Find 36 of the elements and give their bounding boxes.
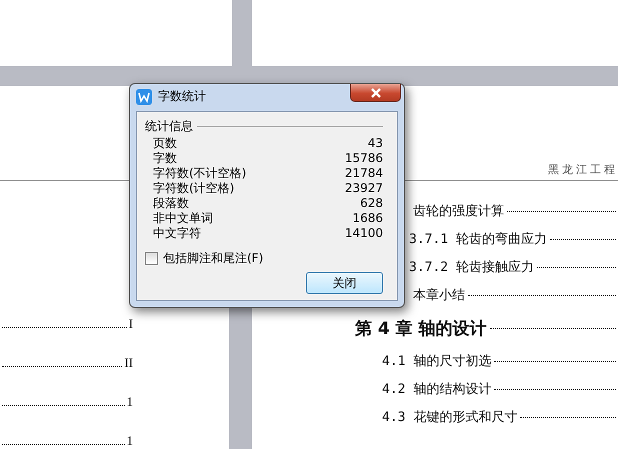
toc-entry[interactable]: 3.7.1 轮齿的弯曲应力 xyxy=(409,230,547,248)
stat-label: 字数 xyxy=(153,151,177,166)
stat-value: 23927 xyxy=(344,181,383,196)
page-number: II xyxy=(124,355,133,371)
toc-entry[interactable]: 4.2 轴的结构设计 xyxy=(382,380,492,398)
stat-label: 中文字符 xyxy=(153,226,201,241)
stat-value: 14100 xyxy=(344,226,383,241)
close-button[interactable] xyxy=(350,84,401,102)
toc-entry[interactable]: 齿轮的强度计算 xyxy=(413,202,504,220)
stat-value: 15786 xyxy=(344,151,383,166)
toc-entry[interactable]: 4.1 轴的尺寸初选 xyxy=(382,352,492,370)
checkbox-label: 包括脚注和尾注(F) xyxy=(163,250,264,267)
stat-label: 非中文单词 xyxy=(153,211,213,226)
toc-entry[interactable]: 4.3 花键的形式和尺寸 xyxy=(382,408,518,426)
page-number: 1 xyxy=(126,394,133,410)
stat-value: 43 xyxy=(368,136,383,151)
dot-leader xyxy=(550,238,616,240)
app-icon xyxy=(136,88,152,104)
page-number: 1 xyxy=(126,433,133,449)
dialog-title: 字数统计 xyxy=(158,88,206,105)
toc-entry[interactable]: 本章小结 xyxy=(413,286,465,304)
close-icon xyxy=(370,88,382,98)
group-title: 统计信息 xyxy=(145,118,193,135)
page-header: 黑龙江工程 xyxy=(548,162,618,178)
stat-label: 字符数(计空格) xyxy=(153,181,234,196)
toc-entry[interactable]: 第 4 章 轴的设计 xyxy=(355,316,487,340)
stat-value: 21784 xyxy=(344,166,383,181)
stat-value: 628 xyxy=(360,196,383,211)
toc-entry[interactable]: 3.7.2 轮齿接触应力 xyxy=(409,258,534,276)
stat-label: 字符数(不计空格) xyxy=(153,166,246,181)
close-dialog-button[interactable]: 关闭 xyxy=(306,272,383,294)
stat-label: 页数 xyxy=(153,136,177,151)
checkbox[interactable] xyxy=(145,252,158,265)
page-number: I xyxy=(128,316,133,332)
stat-label: 段落数 xyxy=(153,196,189,211)
stat-value: 1686 xyxy=(352,211,383,226)
